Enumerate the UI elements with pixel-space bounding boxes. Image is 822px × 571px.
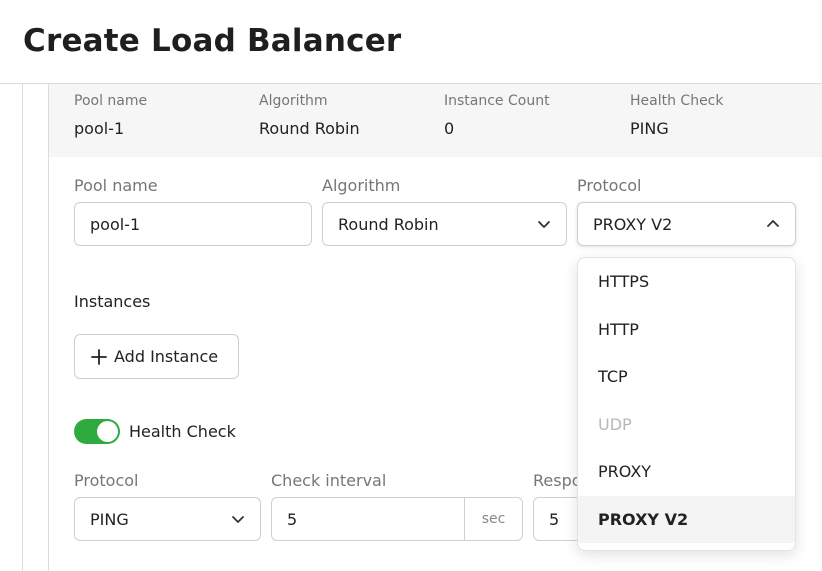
algorithm-value: Round Robin xyxy=(338,214,439,234)
summary-instance-count: Instance Count 0 xyxy=(444,92,550,140)
hc-protocol-label: Protocol xyxy=(74,471,139,490)
hc-protocol-value: PING xyxy=(90,509,129,529)
chevron-up-icon xyxy=(765,216,781,232)
check-interval-input[interactable]: 5 sec xyxy=(271,497,523,541)
summary-instance-count-label: Instance Count xyxy=(444,93,550,109)
protocol-dropdown-menu: HTTPS HTTP TCP UDP PROXY PROXY V2 xyxy=(577,257,796,551)
summary-pool-name-label: Pool name xyxy=(74,93,148,109)
chevron-down-icon xyxy=(230,511,246,527)
protocol-option-udp: UDP xyxy=(598,414,632,434)
hc-protocol-select[interactable]: PING xyxy=(74,497,261,541)
protocol-value: PROXY V2 xyxy=(593,214,673,234)
pool-summary: Pool name pool-1 Algorithm Round Robin I… xyxy=(49,84,822,157)
health-check-toggle-label: Health Check xyxy=(129,422,236,441)
summary-algorithm: Algorithm Round Robin xyxy=(259,92,360,140)
chevron-down-icon xyxy=(536,216,552,232)
plus-icon xyxy=(90,348,108,366)
page-header: Create Load Balancer xyxy=(0,0,822,84)
algorithm-label: Algorithm xyxy=(322,176,401,195)
summary-instance-count-value: 0 xyxy=(444,119,455,138)
health-check-toggle[interactable] xyxy=(74,419,120,444)
protocol-option-https[interactable]: HTTPS xyxy=(578,258,795,306)
pool-name-input[interactable]: pool-1 xyxy=(74,202,312,246)
protocol-option-tcp[interactable]: TCP xyxy=(578,353,795,401)
algorithm-select[interactable]: Round Robin xyxy=(322,202,567,246)
protocol-label: Protocol xyxy=(577,176,642,195)
check-interval-value: 5 xyxy=(287,509,298,529)
add-instance-button[interactable]: Add Instance xyxy=(74,334,239,379)
response-timeout-value: 5 xyxy=(549,509,560,529)
check-interval-label: Check interval xyxy=(271,471,387,490)
protocol-option-http[interactable]: HTTP xyxy=(578,306,795,354)
interval-unit: sec xyxy=(464,498,522,540)
protocol-option-proxy[interactable]: PROXY xyxy=(578,448,795,496)
instances-title: Instances xyxy=(74,292,151,311)
summary-health-check: Health Check PING xyxy=(630,92,724,140)
protocol-option-proxy-v2[interactable]: PROXY V2 xyxy=(578,495,795,543)
summary-health-check-label: Health Check xyxy=(630,93,724,109)
response-timeout-label: Respo xyxy=(533,471,582,490)
section-rail xyxy=(22,84,23,571)
summary-algorithm-value: Round Robin xyxy=(259,119,360,138)
toggle-knob xyxy=(97,421,118,442)
pool-name-value: pool-1 xyxy=(90,214,141,234)
pool-name-label: Pool name xyxy=(74,176,158,195)
summary-pool-name: Pool name pool-1 xyxy=(74,92,147,140)
page-title: Create Load Balancer xyxy=(23,23,402,59)
summary-algorithm-label: Algorithm xyxy=(259,93,328,109)
protocol-select[interactable]: PROXY V2 xyxy=(577,202,796,246)
summary-pool-name-value: pool-1 xyxy=(74,119,125,138)
add-instance-label: Add Instance xyxy=(114,347,219,366)
summary-health-check-value: PING xyxy=(630,119,669,138)
